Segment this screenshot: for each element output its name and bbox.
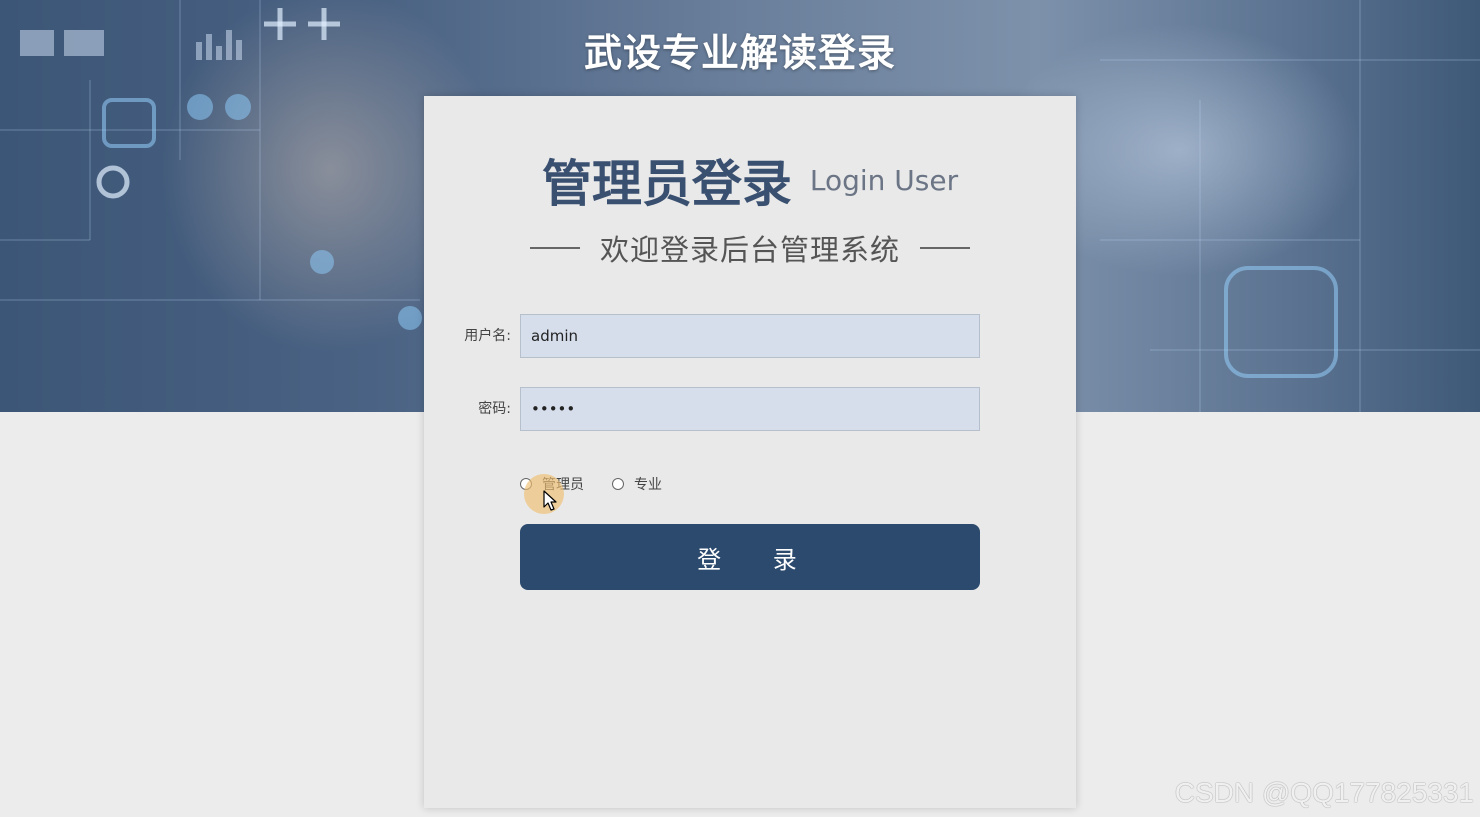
login-heading: 管理员登录 Login User xyxy=(424,144,1076,216)
role-option-major-label: 专业 xyxy=(634,477,662,493)
password-input[interactable] xyxy=(520,387,980,431)
login-card: 管理员登录 Login User 欢迎登录后台管理系统 用户名: 密码: 管理员 … xyxy=(424,96,1076,808)
csdn-watermark: CSDN @QQ177825331 xyxy=(1174,777,1474,808)
role-option-major[interactable]: 专业 xyxy=(612,474,662,494)
welcome-divider-left xyxy=(529,247,580,249)
username-row: 用户名: xyxy=(424,314,1076,358)
username-input[interactable] xyxy=(520,314,980,358)
site-title: 武设专业解读登录 xyxy=(583,31,896,75)
role-radio-group: 管理员 专业 xyxy=(520,472,690,496)
radio-admin[interactable] xyxy=(520,478,532,490)
password-label: 密码: xyxy=(478,401,511,417)
username-label: 用户名: xyxy=(464,328,511,344)
login-button[interactable]: 登 录 xyxy=(520,524,980,590)
login-heading-main: 管理员登录 xyxy=(541,155,792,213)
radio-major[interactable] xyxy=(612,478,624,490)
role-option-admin-label: 管理员 xyxy=(542,477,584,493)
welcome-text: 欢迎登录后台管理系统 xyxy=(599,233,900,267)
login-heading-en: Login User xyxy=(809,163,959,197)
welcome-divider-right xyxy=(920,247,970,249)
role-option-admin[interactable]: 管理员 xyxy=(520,474,584,494)
welcome-banner: 欢迎登录后台管理系统 xyxy=(424,228,1076,268)
login-page: 武设专业解读登录 管理员登录 Login User 欢迎登录后台管理系统 用户名:… xyxy=(0,0,1480,817)
password-row: 密码: xyxy=(424,387,1076,431)
